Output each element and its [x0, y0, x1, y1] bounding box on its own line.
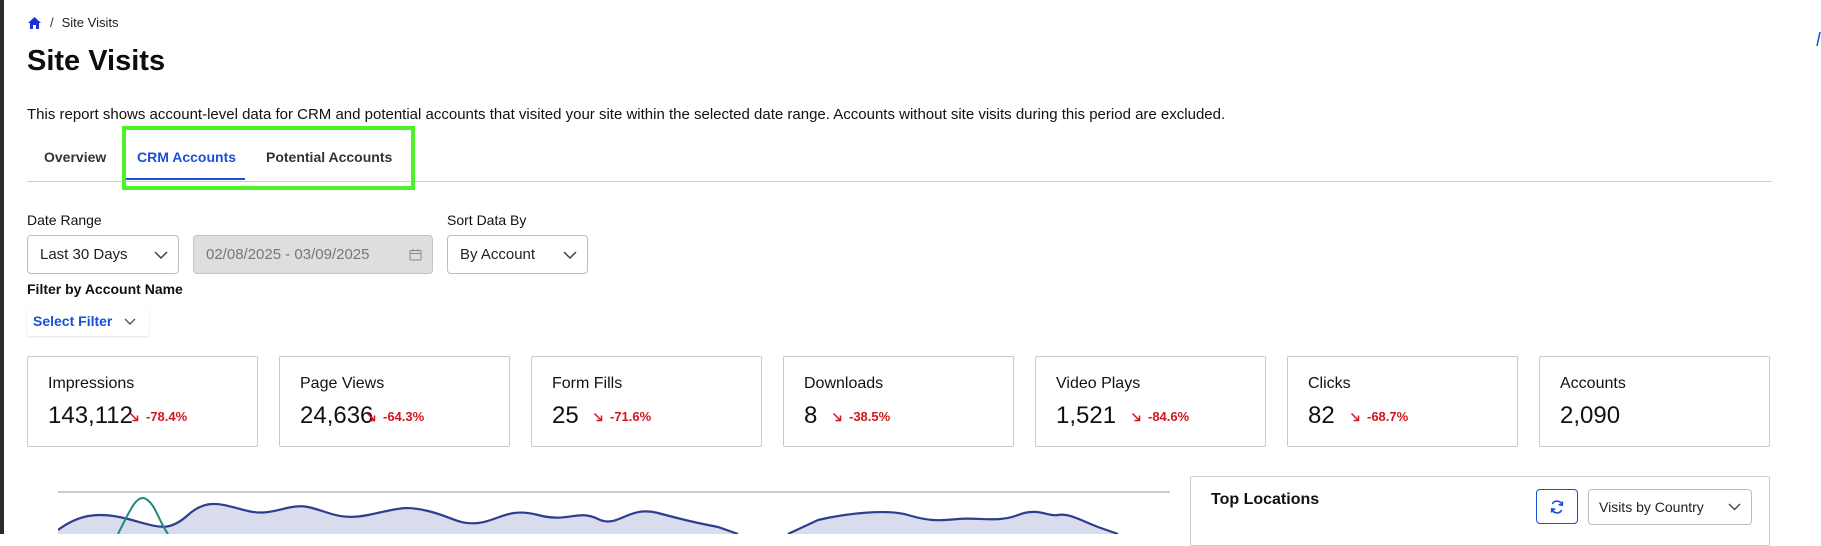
- left-edge-bar: [0, 0, 4, 534]
- metric-delta-value: -68.7%: [1367, 409, 1409, 424]
- breadcrumb-separator: /: [50, 15, 54, 30]
- metric-title: Accounts: [1560, 375, 1626, 392]
- metric-value: 8: [804, 402, 818, 429]
- top-locations-title: Top Locations: [1211, 491, 1320, 508]
- page-description: This report shows account-level data for…: [27, 106, 1226, 123]
- metric-delta: -78.4%: [129, 409, 187, 424]
- metric-value: 1,521: [1056, 402, 1117, 429]
- metric-title: Downloads: [804, 375, 884, 392]
- trend-down-icon: [593, 412, 603, 421]
- metric-card-page-views: Page Views 24,636 -64.3%: [279, 356, 510, 447]
- metric-delta: -38.5%: [832, 409, 890, 424]
- metric-delta-value: -78.4%: [146, 409, 188, 424]
- metric-delta: -64.3%: [366, 409, 424, 424]
- date-picker-value: 02/08/2025 - 03/09/2025: [206, 246, 370, 263]
- metric-card-video-plays: Video Plays 1,521 -84.6%: [1035, 356, 1266, 447]
- site-visits-trend-chart: [58, 475, 1170, 534]
- breadcrumb: / Site Visits: [27, 15, 118, 30]
- visits-by-select[interactable]: Visits by Country: [1588, 489, 1752, 525]
- metric-value: 24,636: [300, 402, 374, 429]
- sort-value: By Account: [460, 246, 536, 263]
- select-filter-label: Select Filter: [33, 313, 113, 329]
- active-tab-indicator: [124, 178, 245, 180]
- tab-crm-accounts[interactable]: CRM Accounts: [137, 149, 236, 165]
- date-picker-input: 02/08/2025 - 03/09/2025: [193, 235, 433, 274]
- metric-delta: -84.6%: [1131, 409, 1189, 424]
- metric-card-accounts: Accounts 2,090: [1539, 356, 1770, 447]
- top-locations-panel: Top Locations Visits by Country: [1190, 476, 1770, 546]
- account-filter-label: Filter by Account Name: [27, 281, 183, 297]
- metric-title: Page Views: [300, 375, 385, 392]
- chevron-down-icon: [154, 250, 168, 259]
- trend-down-icon: [366, 412, 376, 421]
- metric-value: 2,090: [1560, 402, 1621, 429]
- metric-value: 25: [552, 402, 579, 429]
- metric-card-form-fills: Form Fills 25 -71.6%: [531, 356, 762, 447]
- home-icon[interactable]: [27, 16, 42, 30]
- metric-card-impressions: Impressions 143,112 -78.4%: [27, 356, 258, 447]
- trend-chart-svg: [58, 491, 1170, 534]
- metric-title: Video Plays: [1056, 375, 1141, 392]
- metric-delta: -68.7%: [1350, 409, 1408, 424]
- calendar-icon: [409, 249, 422, 261]
- sort-label: Sort Data By: [447, 212, 527, 228]
- trend-down-icon: [832, 412, 842, 421]
- tab-bar: Overview CRM Accounts Potential Accounts: [27, 140, 1772, 182]
- breadcrumb-current: Site Visits: [61, 15, 119, 30]
- metric-title: Clicks: [1308, 375, 1351, 392]
- trend-down-icon: [129, 412, 139, 421]
- date-range-value: Last 30 Days: [40, 246, 128, 263]
- visits-by-value: Visits by Country: [1599, 499, 1704, 515]
- page-title: Site Visits: [27, 45, 166, 77]
- scroll-edge-indicator: [1815, 30, 1821, 48]
- metric-delta-value: -64.3%: [383, 409, 425, 424]
- select-filter-button[interactable]: Select Filter: [27, 306, 149, 336]
- metric-delta-value: -84.6%: [1148, 409, 1190, 424]
- chevron-down-icon: [124, 318, 136, 325]
- refresh-icon: [1550, 499, 1564, 514]
- metric-title: Form Fills: [552, 375, 623, 392]
- metric-delta-value: -38.5%: [849, 409, 891, 424]
- tab-potential-accounts[interactable]: Potential Accounts: [266, 149, 392, 165]
- trend-down-icon: [1131, 412, 1141, 421]
- trend-down-icon: [1350, 412, 1360, 421]
- chevron-down-icon: [1728, 503, 1741, 511]
- metric-card-clicks: Clicks 82 -68.7%: [1287, 356, 1518, 447]
- tab-overview[interactable]: Overview: [44, 149, 106, 165]
- metric-title: Impressions: [48, 375, 135, 392]
- sort-select[interactable]: By Account: [447, 235, 588, 274]
- date-range-select[interactable]: Last 30 Days: [27, 235, 179, 274]
- date-range-label: Date Range: [27, 212, 102, 228]
- metric-delta-value: -71.6%: [610, 409, 652, 424]
- metric-card-downloads: Downloads 8 -38.5%: [783, 356, 1014, 447]
- metric-value: 82: [1308, 402, 1335, 429]
- metric-value: 143,112: [48, 402, 133, 429]
- metric-delta: -71.6%: [593, 409, 651, 424]
- chevron-down-icon: [563, 250, 577, 259]
- refresh-button[interactable]: [1536, 489, 1578, 524]
